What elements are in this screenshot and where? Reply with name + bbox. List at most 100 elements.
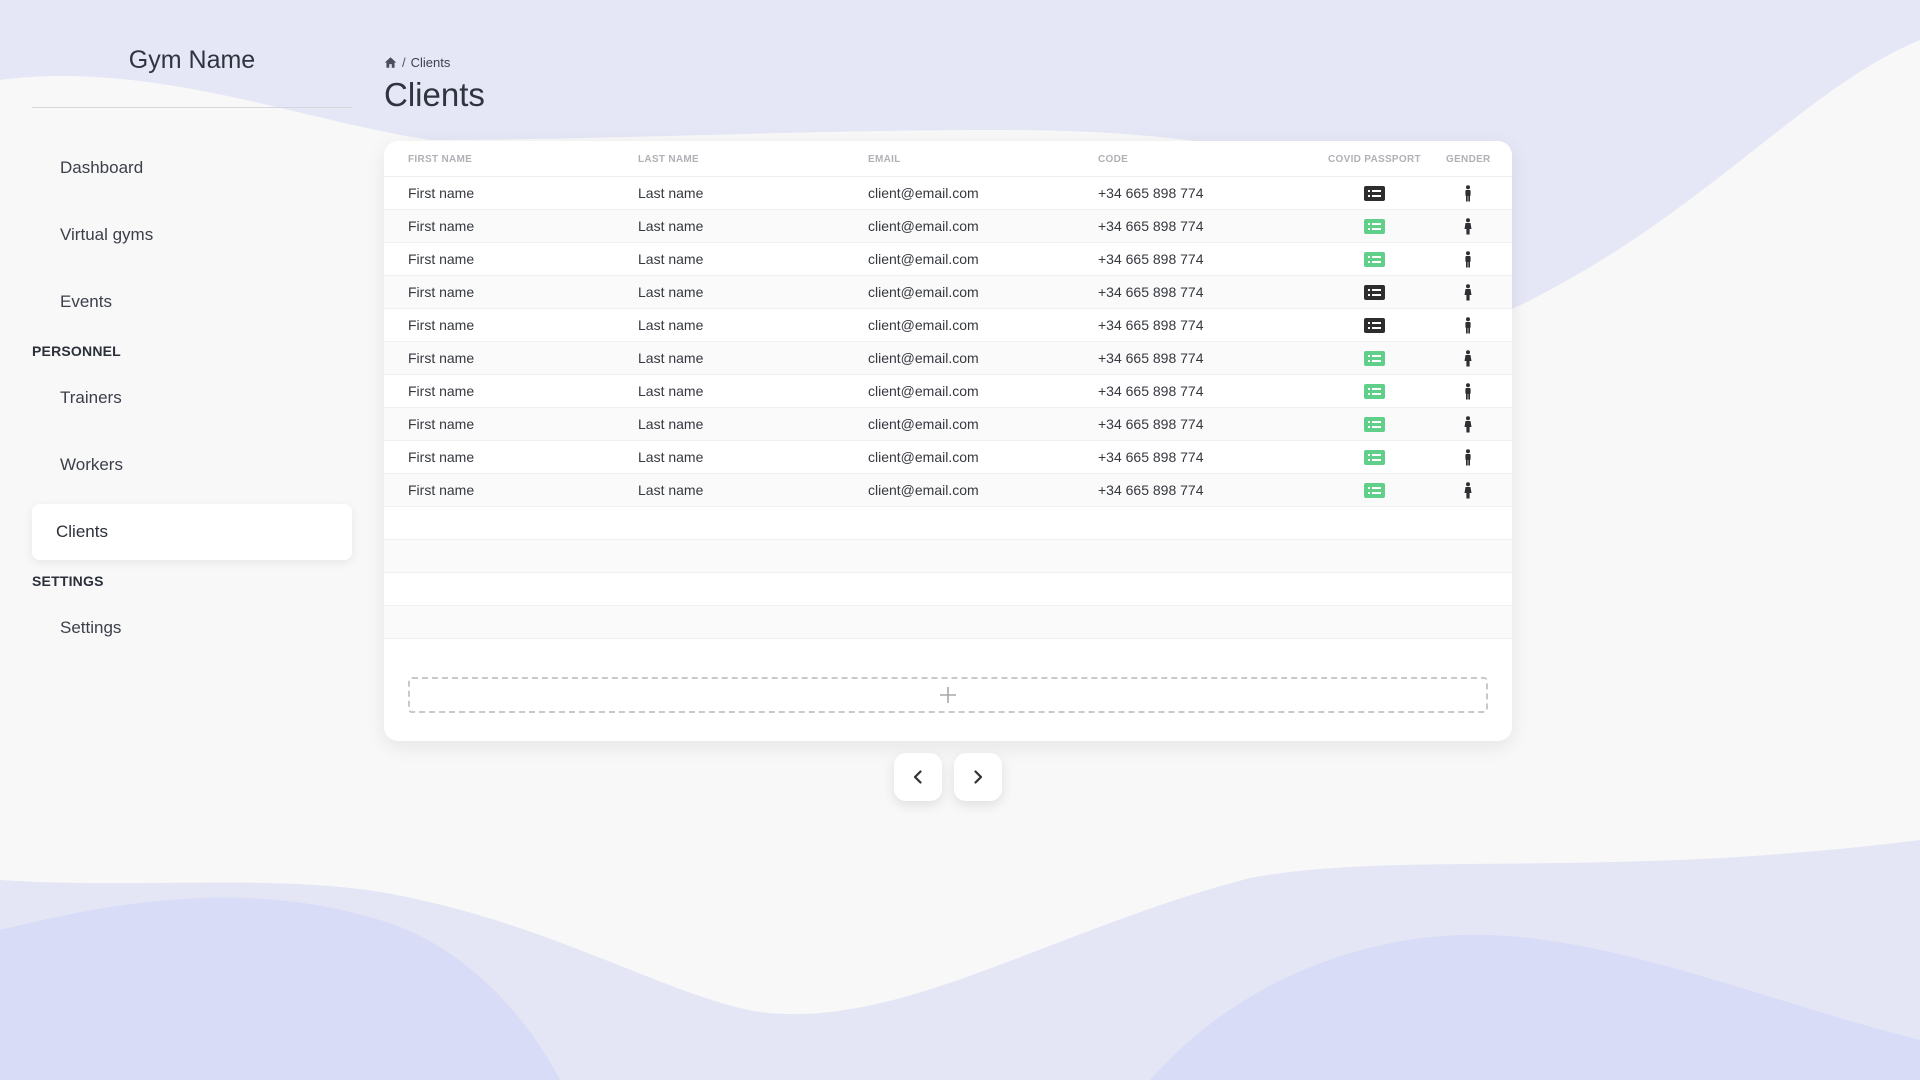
page-title: Clients bbox=[384, 76, 485, 113]
table-row[interactable]: First name Last name client@email.com +34 6… bbox=[384, 243, 1512, 276]
covid-passport-icon[interactable] bbox=[1364, 186, 1385, 201]
home-icon[interactable] bbox=[384, 56, 397, 69]
cell-email: client@email.com bbox=[868, 317, 979, 333]
table-row[interactable]: First name Last name client@email.com +34 6… bbox=[384, 375, 1512, 408]
header-covid-passport[interactable]: COVID PASSPORT bbox=[1328, 154, 1421, 165]
cell-first-name: First name bbox=[408, 350, 475, 366]
cell-first-name: First name bbox=[408, 185, 475, 201]
cell-code: +34 665 898 774 bbox=[1098, 317, 1204, 333]
cell-last-name: Last name bbox=[638, 218, 704, 234]
cell-first-name: First name bbox=[408, 449, 475, 465]
table-row[interactable]: First name Last name client@email.com +34 6… bbox=[384, 276, 1512, 309]
covid-passport-icon[interactable] bbox=[1364, 450, 1385, 465]
chevron-left-icon bbox=[913, 770, 922, 784]
covid-passport-icon[interactable] bbox=[1364, 219, 1385, 234]
cell-email: client@email.com bbox=[868, 251, 979, 267]
sidebar-item-label: Dashboard bbox=[60, 158, 144, 177]
cell-code: +34 665 898 774 bbox=[1098, 350, 1204, 366]
breadcrumb-current: Clients bbox=[410, 55, 451, 70]
empty-table-row bbox=[384, 507, 1512, 540]
header-gender[interactable]: GENDER bbox=[1446, 154, 1491, 165]
female-icon bbox=[1464, 350, 1472, 367]
header-first-name[interactable]: FIRST NAME bbox=[408, 154, 472, 165]
table-row[interactable]: First name Last name client@email.com +34 6… bbox=[384, 210, 1512, 243]
header-code[interactable]: CODE bbox=[1098, 154, 1128, 165]
covid-passport-icon[interactable] bbox=[1364, 384, 1385, 399]
sidebar: Gym Name Dashboard Virtual gyms Events P… bbox=[32, 0, 352, 1080]
sidebar-item-dashboard[interactable]: Dashboard bbox=[32, 140, 352, 196]
clients-table-card: FIRST NAME LAST NAME EMAIL CODE COVID PA… bbox=[384, 141, 1512, 741]
table-row[interactable]: First name Last name client@email.com +34 6… bbox=[384, 474, 1512, 507]
cell-email: client@email.com bbox=[868, 416, 979, 432]
cell-code: +34 665 898 774 bbox=[1098, 383, 1204, 399]
female-icon bbox=[1464, 284, 1472, 301]
cell-first-name: First name bbox=[408, 284, 475, 300]
table-row[interactable]: First name Last name client@email.com +34 6… bbox=[384, 408, 1512, 441]
cell-first-name: First name bbox=[408, 218, 475, 234]
cell-code: +34 665 898 774 bbox=[1098, 218, 1204, 234]
covid-passport-icon[interactable] bbox=[1364, 483, 1385, 498]
cell-code: +34 665 898 774 bbox=[1098, 251, 1204, 267]
cell-code: +34 665 898 774 bbox=[1098, 416, 1204, 432]
cell-first-name: First name bbox=[408, 317, 475, 333]
breadcrumb-separator: / bbox=[402, 55, 406, 70]
covid-passport-icon[interactable] bbox=[1364, 351, 1385, 366]
cell-last-name: Last name bbox=[638, 185, 704, 201]
cell-email: client@email.com bbox=[868, 449, 979, 465]
cell-email: client@email.com bbox=[868, 383, 979, 399]
sidebar-item-label: Workers bbox=[60, 455, 123, 474]
cell-last-name: Last name bbox=[638, 482, 704, 498]
cell-code: +34 665 898 774 bbox=[1098, 482, 1204, 498]
sidebar-item-label: Events bbox=[60, 292, 112, 311]
chevron-right-icon bbox=[974, 770, 983, 784]
cell-last-name: Last name bbox=[638, 449, 704, 465]
male-icon bbox=[1465, 449, 1471, 466]
cell-first-name: First name bbox=[408, 416, 475, 432]
cell-code: +34 665 898 774 bbox=[1098, 449, 1204, 465]
sidebar-item-label: Virtual gyms bbox=[60, 225, 154, 244]
table-row[interactable]: First name Last name client@email.com +34 6… bbox=[384, 177, 1512, 210]
cell-last-name: Last name bbox=[638, 317, 704, 333]
header-email[interactable]: EMAIL bbox=[868, 154, 901, 165]
covid-passport-icon[interactable] bbox=[1364, 285, 1385, 300]
sidebar-item-clients[interactable]: Clients bbox=[32, 504, 352, 560]
covid-passport-icon[interactable] bbox=[1364, 252, 1385, 267]
cell-email: client@email.com bbox=[868, 350, 979, 366]
cell-first-name: First name bbox=[408, 482, 475, 498]
female-icon bbox=[1464, 416, 1472, 433]
male-icon bbox=[1465, 317, 1471, 334]
sidebar-item-label: Settings bbox=[60, 618, 122, 637]
cell-email: client@email.com bbox=[868, 218, 979, 234]
cell-last-name: Last name bbox=[638, 251, 704, 267]
cell-last-name: Last name bbox=[638, 350, 704, 366]
cell-email: client@email.com bbox=[868, 482, 979, 498]
female-icon bbox=[1464, 218, 1472, 235]
cell-last-name: Last name bbox=[638, 284, 704, 300]
cell-first-name: First name bbox=[408, 251, 475, 267]
covid-passport-icon[interactable] bbox=[1364, 318, 1385, 333]
male-icon bbox=[1465, 185, 1471, 202]
plus-icon bbox=[940, 687, 956, 703]
brand-name: Gym Name bbox=[128, 46, 256, 74]
table-row[interactable]: First name Last name client@email.com +34 6… bbox=[384, 441, 1512, 474]
covid-passport-icon[interactable] bbox=[1364, 417, 1385, 432]
table-row[interactable]: First name Last name client@email.com +34 6… bbox=[384, 342, 1512, 375]
next-page-button[interactable] bbox=[954, 753, 1002, 801]
female-icon bbox=[1464, 482, 1472, 499]
sidebar-item-virtual-gyms[interactable]: Virtual gyms bbox=[32, 207, 352, 263]
sidebar-item-workers[interactable]: Workers bbox=[32, 437, 352, 493]
sidebar-item-trainers[interactable]: Trainers bbox=[32, 370, 352, 426]
sidebar-item-label: Trainers bbox=[60, 388, 122, 407]
prev-page-button[interactable] bbox=[894, 753, 942, 801]
table-row[interactable]: First name Last name client@email.com +34 6… bbox=[384, 309, 1512, 342]
sidebar-item-label: Clients bbox=[56, 522, 108, 541]
sidebar-item-settings[interactable]: Settings bbox=[32, 600, 352, 656]
breadcrumb: / Clients bbox=[384, 55, 450, 70]
sidebar-item-events[interactable]: Events bbox=[32, 274, 352, 330]
header-last-name[interactable]: LAST NAME bbox=[638, 154, 699, 165]
male-icon bbox=[1465, 251, 1471, 268]
brand-divider bbox=[32, 107, 352, 108]
empty-table-row bbox=[384, 606, 1512, 639]
add-client-button[interactable] bbox=[408, 677, 1488, 713]
cell-last-name: Last name bbox=[638, 416, 704, 432]
